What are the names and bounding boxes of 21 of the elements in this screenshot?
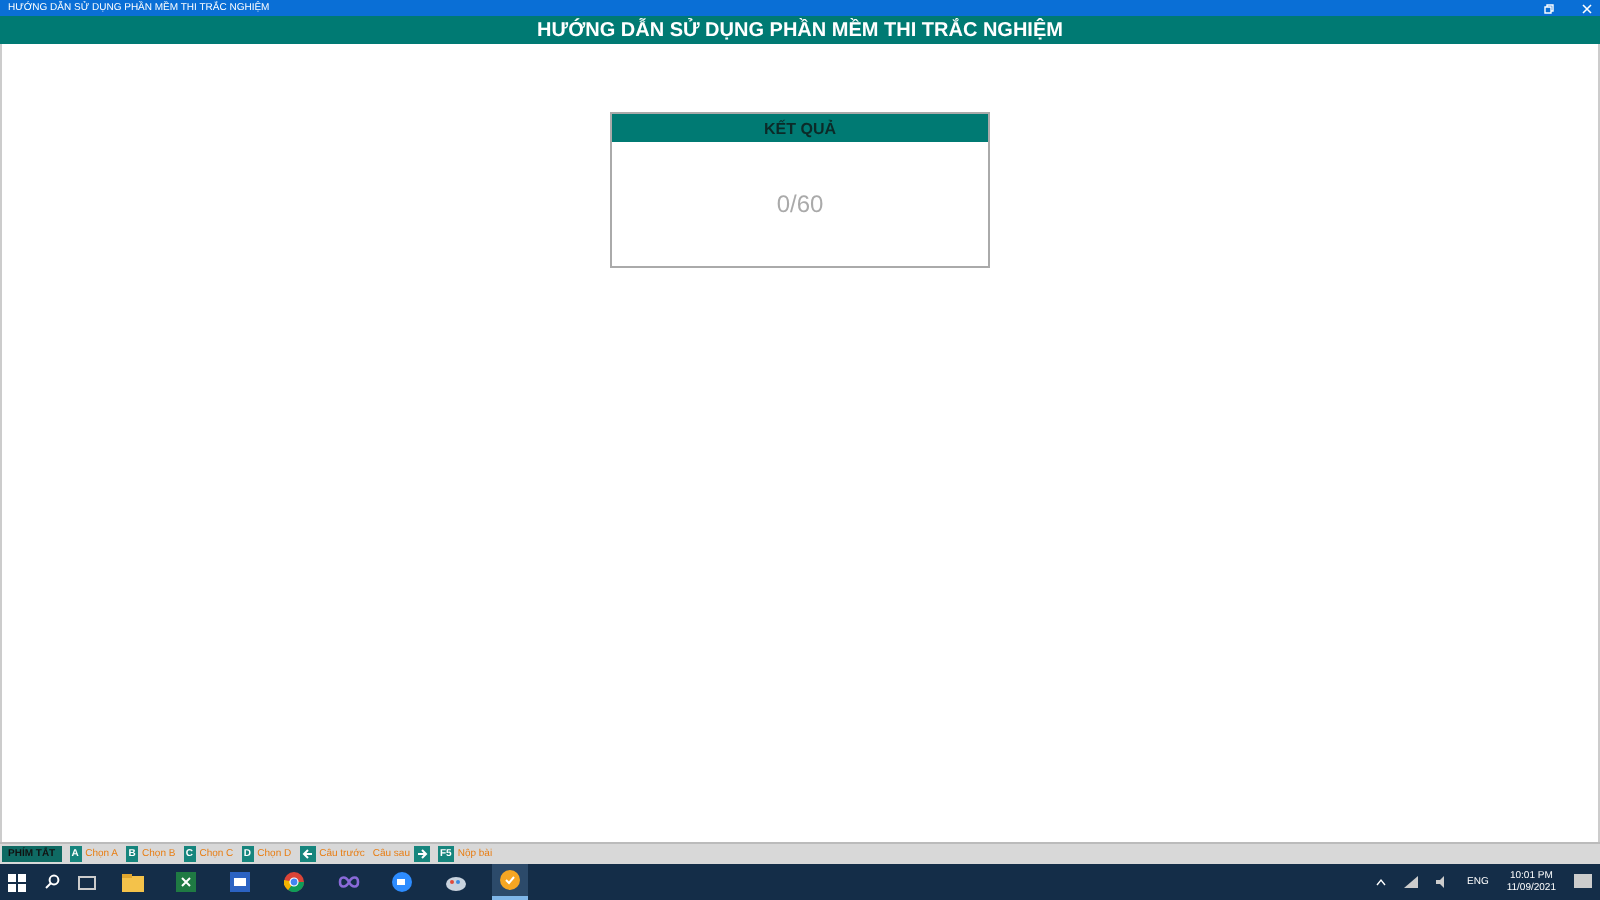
chevron-up-icon[interactable] <box>1375 878 1385 886</box>
browser-icon[interactable] <box>284 872 304 892</box>
network-icon[interactable] <box>1403 876 1417 888</box>
left-arrow-icon <box>299 846 316 862</box>
folder-icon[interactable] <box>121 873 143 891</box>
right-arrow-icon <box>413 846 430 862</box>
app-title: HƯỚNG DẪN SỬ DỤNG PHẦN MỀM THI TRẮC NGHIỆM <box>537 19 1063 41</box>
paint-icon[interactable] <box>446 872 466 892</box>
app-icon[interactable] <box>500 870 520 890</box>
card-title: KẾT QUẢ <box>612 114 988 142</box>
search-icon[interactable] <box>44 874 60 890</box>
windows-icon[interactable] <box>8 873 26 891</box>
spreadsheet-icon[interactable] <box>176 872 196 892</box>
score-text: 0/60 <box>774 188 826 222</box>
video-chat-icon[interactable] <box>392 872 412 892</box>
close-icon[interactable] <box>1582 3 1592 13</box>
speaker-icon[interactable] <box>1435 876 1449 888</box>
document-icon[interactable] <box>230 872 250 892</box>
restore-icon[interactable] <box>1544 3 1554 13</box>
infinity-icon[interactable] <box>337 876 359 888</box>
task-view-icon[interactable] <box>78 875 96 889</box>
